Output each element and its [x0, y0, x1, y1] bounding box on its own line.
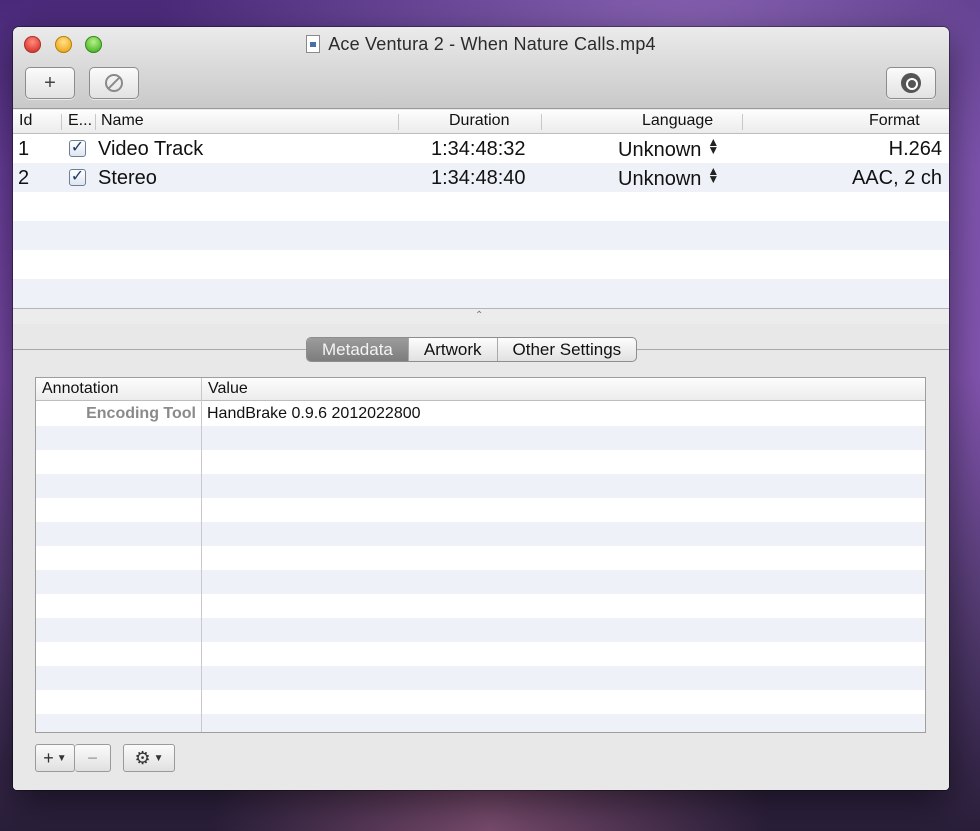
- magnifier-icon: [901, 73, 921, 93]
- track-name[interactable]: Stereo: [98, 167, 157, 190]
- plus-icon: +: [43, 747, 54, 768]
- track-id: 1: [18, 138, 30, 160]
- track-duration: 1:34:48:32: [431, 138, 526, 160]
- add-track-button[interactable]: +: [25, 67, 75, 99]
- metadata-value[interactable]: HandBrake 0.9.6 2012022800: [207, 405, 421, 423]
- tracks-table: Id E... Name Duration Language Format 1 …: [13, 110, 949, 308]
- updown-arrows-icon: ▲ ▼: [707, 135, 720, 157]
- column-header-value[interactable]: Value: [208, 380, 248, 398]
- row-stripe: [36, 714, 925, 732]
- segmented-tabs: Metadata Artwork Other Settings: [306, 337, 638, 362]
- metadata-key: Encoding Tool: [86, 405, 196, 422]
- document-icon: [306, 35, 321, 53]
- column-header-id[interactable]: Id: [19, 112, 32, 130]
- row-stripe: [36, 666, 925, 690]
- window-title: Ace Ventura 2 - When Nature Calls.mp4: [328, 34, 656, 54]
- remove-metadata-button[interactable]: −: [75, 744, 111, 772]
- column-separator: [201, 378, 202, 732]
- track-language-popup[interactable]: Unknown ▲ ▼: [618, 164, 720, 191]
- metadata-table: Annotation Value Encoding Tool HandBrake…: [35, 377, 926, 733]
- track-language: Unknown: [618, 139, 702, 161]
- row-stripe: [13, 279, 949, 308]
- column-header-format[interactable]: Format: [869, 112, 920, 130]
- add-metadata-button[interactable]: + ▼: [35, 744, 75, 772]
- track-row[interactable]: 2 ✓ Stereo 1:34:48:40 Unknown ▲ ▼ AAC, 2 c…: [13, 164, 949, 193]
- details-pane: Metadata Artwork Other Settings Annotati…: [13, 324, 949, 790]
- track-format: H.264: [888, 138, 942, 160]
- track-row[interactable]: 1 ✓ Video Track 1:34:48:32 Unknown ▲ ▼ H.2…: [13, 135, 949, 164]
- dropdown-arrow-icon: ▼: [56, 752, 67, 764]
- track-language: Unknown: [618, 168, 702, 190]
- column-separator: [541, 114, 542, 130]
- track-enabled-checkbox[interactable]: ✓: [69, 140, 86, 157]
- window-title-area: Ace Ventura 2 - When Nature Calls.mp4: [13, 34, 949, 55]
- column-header-name[interactable]: Name: [101, 112, 144, 130]
- row-stripe: [13, 221, 949, 250]
- updown-arrows-icon: ▲ ▼: [707, 164, 720, 186]
- track-enabled-checkbox[interactable]: ✓: [69, 169, 86, 186]
- search-metadata-button[interactable]: [886, 67, 936, 99]
- action-menu-button[interactable]: ⚙ ▼: [123, 744, 175, 772]
- gear-icon: ⚙: [134, 747, 151, 768]
- no-entry-icon: [105, 74, 123, 92]
- row-stripe: [36, 426, 925, 450]
- column-header-enabled[interactable]: E...: [68, 112, 92, 130]
- row-stripe: [36, 522, 925, 546]
- track-id: 2: [18, 167, 30, 189]
- track-name[interactable]: Video Track: [98, 138, 203, 161]
- track-format: AAC, 2 ch: [851, 167, 942, 189]
- dropdown-arrow-icon: ▼: [153, 752, 164, 764]
- row-stripe: [36, 570, 925, 594]
- tab-artwork[interactable]: Artwork: [409, 338, 498, 361]
- remove-track-button[interactable]: [89, 67, 139, 99]
- column-separator: [742, 114, 743, 130]
- row-stripe: [36, 474, 925, 498]
- plus-icon: +: [44, 71, 56, 94]
- metadata-table-header: Annotation Value: [36, 378, 925, 401]
- column-separator: [398, 114, 399, 130]
- minus-icon: −: [87, 747, 98, 768]
- column-header-language[interactable]: Language: [642, 112, 713, 130]
- splitter-grip-icon: ⌃: [475, 310, 484, 321]
- metadata-row[interactable]: Encoding Tool HandBrake 0.9.6 2012022800: [36, 402, 925, 426]
- column-separator: [61, 114, 62, 130]
- row-stripe: [36, 618, 925, 642]
- tracks-table-header: Id E... Name Duration Language Format: [13, 110, 949, 134]
- tab-metadata[interactable]: Metadata: [307, 338, 409, 361]
- titlebar: Ace Ventura 2 - When Nature Calls.mp4 +: [13, 27, 949, 109]
- track-language-popup[interactable]: Unknown ▲ ▼: [618, 135, 720, 162]
- track-duration: 1:34:48:40: [431, 167, 526, 189]
- tab-other-settings[interactable]: Other Settings: [498, 338, 637, 361]
- column-header-annotation[interactable]: Annotation: [42, 380, 119, 398]
- split-view-divider[interactable]: ⌃: [13, 308, 949, 324]
- column-header-duration[interactable]: Duration: [449, 112, 509, 130]
- column-separator: [95, 114, 96, 130]
- subler-window: Ace Ventura 2 - When Nature Calls.mp4 + …: [13, 27, 949, 790]
